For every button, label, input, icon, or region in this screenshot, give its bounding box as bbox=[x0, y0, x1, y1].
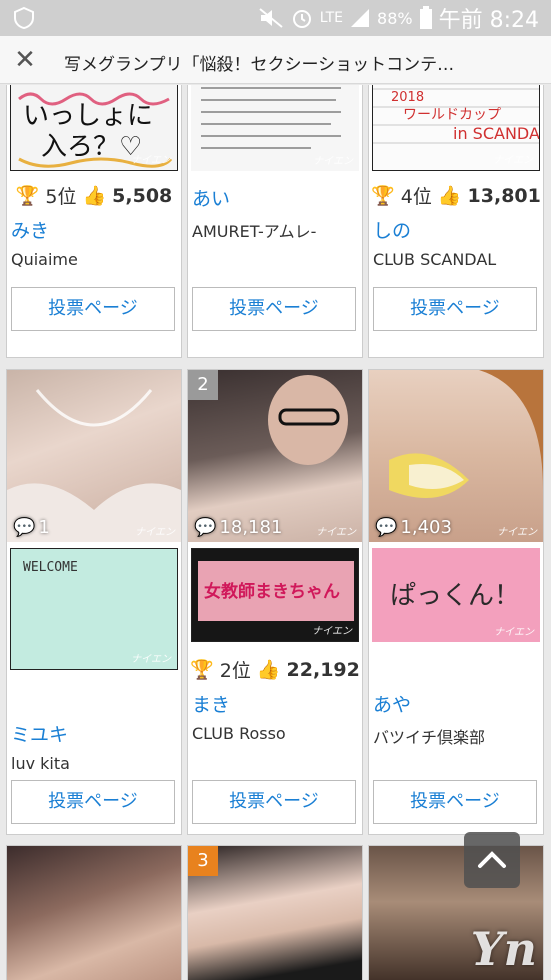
girl-name[interactable]: みき bbox=[11, 216, 49, 243]
entry-card-miki: いっしょに 入ろ？♡ ナイエン 🏆 5位 👍 5,508 みき Quiaime … bbox=[6, 85, 182, 358]
comment-icon: 💬 bbox=[194, 517, 217, 538]
svg-text:いっしょに: いっしょに bbox=[23, 101, 153, 131]
entry-card-ai: ナイエン あい AMURET-アムレ- 投票ページ bbox=[187, 85, 363, 358]
entry-card-bottom-2: 3 bbox=[187, 845, 363, 980]
rank-badge: 3 bbox=[188, 846, 218, 876]
girl-name[interactable]: ミユキ bbox=[11, 720, 68, 747]
entry-photo[interactable]: 💬 1,403 ナイエン bbox=[369, 370, 543, 542]
watermark: ナイエン bbox=[135, 527, 175, 538]
entry-photo[interactable]: 3 bbox=[188, 846, 362, 980]
entry-card-aya: 💬 1,403 ナイエン ぱっくん！ ナイエン あや バツイチ倶楽部 投票ページ bbox=[368, 369, 544, 835]
svg-text:2018: 2018 bbox=[391, 90, 424, 105]
comment-count-text: 1 bbox=[38, 517, 50, 538]
entry-card-miyuki: 💬 1 ナイエン WELCOME ナイエン ミユキ luv kita 投票ページ bbox=[6, 369, 182, 835]
club-name[interactable]: luv kita bbox=[11, 754, 179, 773]
girl-name[interactable]: しの bbox=[373, 216, 411, 243]
trophy-icon: 🏆 bbox=[371, 185, 395, 207]
vote-button[interactable]: 投票ページ bbox=[192, 287, 356, 331]
watermark: ナイエン bbox=[493, 155, 533, 166]
rank-likes: 🏆 5位 👍 5,508 bbox=[7, 182, 181, 209]
mute-icon bbox=[259, 8, 283, 28]
battery-icon bbox=[419, 6, 432, 29]
thumbs-up-icon: 👍 bbox=[256, 659, 281, 681]
entry-photo[interactable]: 2 💬 18,181 ナイエン bbox=[188, 370, 362, 542]
entry-card-shino: 2018 ワールドカップ in SCANDAL ナイエン 🏆 4位 👍 13,8… bbox=[368, 85, 544, 358]
girl-name[interactable]: あや bbox=[373, 690, 411, 717]
svg-text:in SCANDAL: in SCANDAL bbox=[453, 124, 540, 143]
clock: 午前 8:24 bbox=[438, 8, 539, 33]
club-name[interactable]: Quiaime bbox=[11, 250, 179, 269]
trophy-icon: 🏆 bbox=[190, 659, 214, 681]
vote-button[interactable]: 投票ページ bbox=[192, 780, 356, 824]
entry-card-maki: 2 💬 18,181 ナイエン 女教師まきちゃん ナイエン 🏆 2位 👍 22,1… bbox=[187, 369, 363, 835]
rank-text: 4位 bbox=[400, 186, 432, 208]
club-name[interactable]: バツイチ倶楽部 bbox=[373, 724, 541, 748]
comment-icon: 💬 bbox=[375, 517, 398, 538]
message-photo[interactable]: WELCOME ナイエン bbox=[10, 548, 178, 670]
signal-icon bbox=[351, 9, 370, 27]
likes-count: 5,508 bbox=[112, 184, 173, 207]
comment-count-text: 1,403 bbox=[400, 517, 452, 538]
vote-button[interactable]: 投票ページ bbox=[11, 780, 175, 824]
watermark: ナイエン bbox=[313, 156, 353, 167]
site-logo-watermark: Yn bbox=[470, 922, 537, 976]
note-text: WELCOME bbox=[23, 560, 78, 575]
girl-name[interactable]: あい bbox=[192, 184, 230, 211]
network-type: LTE bbox=[319, 10, 344, 26]
alarm-icon bbox=[292, 10, 311, 28]
rank-text: 2位 bbox=[219, 660, 251, 682]
entry-photo[interactable] bbox=[7, 846, 181, 980]
thumbs-up-icon: 👍 bbox=[437, 185, 462, 207]
likes-count: 13,801 bbox=[467, 184, 541, 207]
svg-text:ワールドカップ: ワールドカップ bbox=[403, 107, 501, 123]
message-photo[interactable]: 女教師まきちゃん ナイエン bbox=[191, 548, 359, 642]
entry-card-bottom-1 bbox=[6, 845, 182, 980]
message-photo[interactable]: ぱっくん！ ナイエン bbox=[372, 548, 540, 642]
vote-button[interactable]: 投票ページ bbox=[373, 780, 537, 824]
watermark: ナイエン bbox=[131, 654, 171, 665]
status-bar: LTE 88% 午前 8:24 bbox=[0, 0, 551, 36]
page-title: 写メグランプリ「悩殺！セクシーショットコンテ… bbox=[64, 55, 455, 75]
likes-count: 22,192 bbox=[286, 658, 360, 681]
browser-toolbar: ✕ 写メグランプリ「悩殺！セクシーショットコンテ… bbox=[0, 36, 551, 84]
note-text: 女教師まきちゃん bbox=[204, 581, 340, 602]
watermark: ナイエン bbox=[494, 627, 534, 638]
battery-percent: 88% bbox=[377, 8, 413, 28]
trophy-icon: 🏆 bbox=[15, 185, 40, 207]
message-photo[interactable]: いっしょに 入ろ？♡ ナイエン bbox=[10, 85, 178, 171]
rank-text: 5位 bbox=[45, 186, 77, 208]
rank-badge: 2 bbox=[188, 370, 218, 400]
club-name[interactable]: CLUB SCANDAL bbox=[373, 250, 541, 269]
watermark: ナイエン bbox=[497, 527, 537, 538]
comment-icon: 💬 bbox=[13, 517, 36, 538]
entry-photo[interactable]: 💬 1 ナイエン bbox=[7, 370, 181, 542]
club-name[interactable]: AMURET-アムレ- bbox=[192, 218, 360, 242]
close-icon[interactable]: ✕ bbox=[12, 47, 38, 73]
message-photo[interactable]: 2018 ワールドカップ in SCANDAL ナイエン bbox=[372, 85, 540, 171]
rank-likes: 🏆 4位 👍 13,801 bbox=[369, 182, 543, 209]
app-shield-icon bbox=[14, 6, 34, 30]
watermark: ナイエン bbox=[131, 155, 171, 166]
note-text: ぱっくん！ bbox=[390, 581, 520, 611]
watermark: ナイエン bbox=[312, 626, 352, 637]
club-name[interactable]: CLUB Rosso bbox=[192, 724, 360, 743]
vote-button[interactable]: 投票ページ bbox=[11, 287, 175, 331]
rank-likes: 🏆 2位 👍 22,192 bbox=[188, 656, 362, 683]
comment-count-text: 18,181 bbox=[219, 517, 283, 538]
thumbs-up-icon: 👍 bbox=[82, 185, 107, 207]
girl-name[interactable]: まき bbox=[192, 690, 230, 717]
scroll-to-top-button[interactable] bbox=[464, 832, 520, 888]
svg-text:入ろ？♡: 入ろ？♡ bbox=[41, 132, 142, 162]
comment-count: 💬 18,181 bbox=[194, 517, 282, 538]
chevron-up-icon bbox=[478, 851, 506, 868]
comment-count: 💬 1 bbox=[13, 517, 50, 538]
watermark: ナイエン bbox=[316, 527, 356, 538]
vote-button[interactable]: 投票ページ bbox=[373, 287, 537, 331]
message-photo[interactable]: ナイエン bbox=[191, 85, 359, 171]
comment-count: 💬 1,403 bbox=[375, 517, 452, 538]
